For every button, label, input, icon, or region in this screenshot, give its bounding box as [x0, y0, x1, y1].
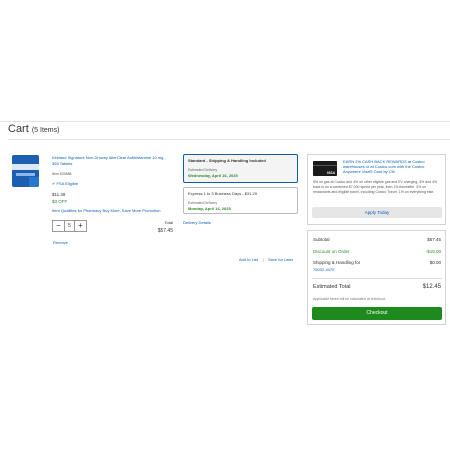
subtotal-label: Subtotal	[313, 237, 330, 242]
tax-note: Applicable taxes will be calculated at c…	[313, 297, 386, 301]
checkout-button[interactable]: Checkout	[312, 307, 442, 320]
promo-headline-link[interactable]: EARN 2% CASH BACK REWARDS at Costco ware…	[343, 159, 443, 174]
promo-details: 5% on gas at Costco and 4% on other elig…	[313, 180, 438, 194]
subtotal-value: $57.45	[427, 237, 441, 242]
quantity-stepper: − 5 +	[52, 220, 87, 232]
shipping-row: Shipping & Handling for $0.00	[313, 260, 441, 265]
shipping-option-title: Express 1 to 3 Business Days - $31.29	[188, 191, 257, 196]
estimated-delivery-date: Monday, April 14, 2025	[188, 206, 231, 211]
product-image[interactable]	[12, 155, 39, 187]
item-number: Item 529888	[52, 172, 72, 176]
shipping-option-express[interactable]: Express 1 to 3 Business Days - $31.29 Es…	[183, 187, 298, 214]
item-total-label: Total	[164, 220, 173, 225]
estimated-total-row: Estimated Total $12.45	[313, 284, 441, 290]
delivery-details-link[interactable]: Delivery Details	[183, 220, 211, 225]
zip-code-link[interactable]: 75032-4470	[313, 267, 334, 272]
apply-today-button[interactable]: Apply Today	[312, 207, 442, 218]
shipping-option-standard[interactable]: Standard - Shipping & Handling Included …	[183, 154, 298, 183]
subtotal-row: Subtotal $57.45	[313, 237, 441, 242]
shipping-option-title: Standard - Shipping & Handling Included	[188, 158, 266, 163]
shipping-label: Shipping & Handling for	[313, 260, 361, 265]
save-for-later-link[interactable]: Save for Later	[268, 257, 293, 262]
link-separator: |	[263, 257, 265, 262]
add-to-list-link[interactable]: Add to List	[239, 257, 258, 262]
discount-label: $3 OFF	[52, 199, 68, 204]
page-title: Cart (5 Items)	[8, 123, 59, 135]
promotion-link[interactable]: Item Qualifies for Pharmacy Buy More, Sa…	[52, 208, 160, 213]
check-icon: ✔	[52, 181, 56, 186]
discount-row: Discount on Order -$15.00	[313, 249, 441, 254]
quantity-input[interactable]: 5	[65, 221, 74, 231]
title-divider	[8, 139, 450, 140]
estimated-delivery-date: Wednesday, April 16, 2025	[188, 173, 238, 178]
estimated-total-value: $12.45	[422, 284, 441, 290]
fsa-label: FSA Eligible	[56, 181, 79, 186]
estimated-delivery-label: Estimated Delivery	[188, 168, 218, 172]
shipping-value: $0.00	[429, 260, 441, 265]
summary-divider	[312, 278, 442, 279]
item-total-value: $57.45	[157, 228, 173, 234]
unit-price: $11.49	[52, 192, 66, 197]
estimated-total-label: Estimated Total	[313, 284, 351, 290]
header-divider	[0, 121, 450, 122]
cart-title-text: Cart	[8, 123, 29, 135]
remove-link[interactable]: Remove	[53, 240, 68, 245]
decrease-quantity-button[interactable]: −	[53, 221, 65, 231]
increase-quantity-button[interactable]: +	[74, 221, 86, 231]
card-brand: VISA	[326, 171, 335, 175]
cart-item-count: (5 Items)	[31, 127, 60, 134]
fsa-eligible-badge: ✔ FSA Eligible	[52, 181, 78, 186]
discount-order-value: -$15.00	[425, 249, 441, 254]
discount-order-label: Discount on Order	[313, 249, 350, 254]
credit-card-image: VISA	[313, 161, 337, 176]
product-name-link[interactable]: Kirkland Signature Non-Drowsy AllerClear…	[52, 155, 170, 166]
estimated-delivery-label: Estimated Delivery	[188, 201, 218, 205]
